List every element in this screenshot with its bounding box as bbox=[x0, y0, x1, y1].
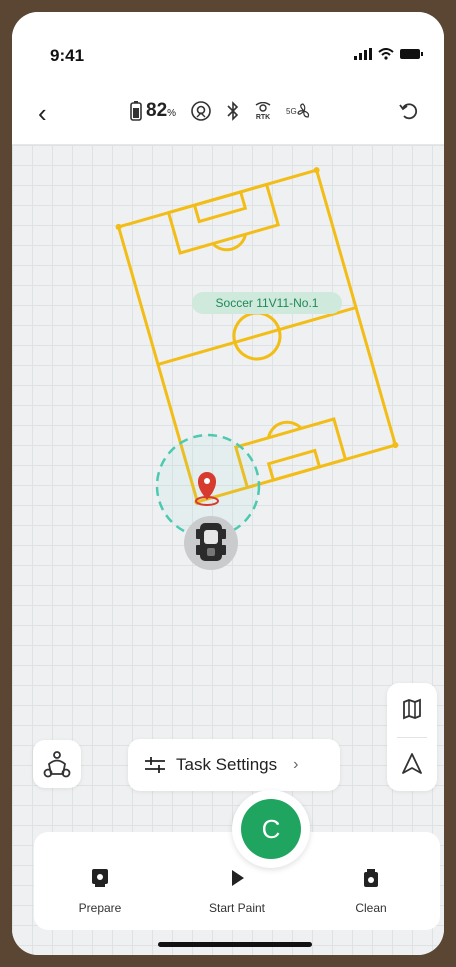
back-button[interactable]: ‹ bbox=[38, 98, 47, 128]
task-settings-button[interactable]: Task Settings › bbox=[128, 739, 340, 791]
battery-level: 82% bbox=[146, 100, 176, 122]
corner-marker bbox=[313, 167, 320, 174]
corner-marker bbox=[115, 223, 122, 230]
battery-value: 82 bbox=[146, 100, 168, 121]
cellular-signal-icon bbox=[354, 48, 372, 60]
robot-icon bbox=[196, 523, 226, 561]
navigation-arrow-icon bbox=[402, 753, 422, 774]
prepare-icon bbox=[92, 869, 108, 887]
battery-icon bbox=[130, 101, 142, 121]
halfway-line bbox=[157, 306, 357, 366]
device-battery: 82% bbox=[130, 100, 176, 122]
robot-mode-icon bbox=[43, 751, 71, 778]
soccer-field[interactable] bbox=[115, 166, 399, 505]
field-label: Soccer 11V11-No.1 bbox=[215, 296, 319, 310]
center-action-button[interactable]: C bbox=[232, 790, 310, 868]
clean-label: Clean bbox=[355, 901, 387, 915]
status-icons bbox=[354, 48, 424, 60]
rtk-icon bbox=[255, 101, 271, 112]
clean-button[interactable]: Clean bbox=[321, 868, 421, 915]
network-indicator: 5G bbox=[286, 103, 311, 119]
top-goal-box bbox=[192, 190, 248, 224]
chevron-right-icon: › bbox=[293, 756, 299, 773]
prepare-button[interactable]: Prepare bbox=[50, 868, 150, 915]
phone-screen: 9:41 ‹ 82% RTK 5G Soccer 11V11-No.1 Task… bbox=[12, 12, 444, 955]
robot-mode-button[interactable] bbox=[33, 740, 81, 788]
battery-unit: % bbox=[167, 108, 177, 119]
top-penalty-box bbox=[166, 182, 281, 255]
network-fan-icon bbox=[297, 103, 309, 118]
bottom-goal-box bbox=[266, 448, 322, 482]
status-bar: 9:41 bbox=[12, 12, 444, 84]
rtk-indicator: RTK bbox=[254, 101, 272, 121]
task-settings-label: Task Settings bbox=[176, 755, 278, 774]
corner-marker bbox=[392, 442, 399, 449]
center-action-label: C bbox=[241, 799, 301, 859]
map-toggle-button[interactable] bbox=[387, 683, 437, 737]
play-icon bbox=[232, 870, 244, 886]
bluetooth-icon bbox=[227, 101, 239, 121]
map-icon bbox=[403, 698, 421, 720]
start-paint-label: Start Paint bbox=[208, 901, 266, 915]
clean-icon bbox=[364, 869, 378, 887]
device-status-group: 82% RTK 5G bbox=[130, 100, 311, 122]
home-indicator[interactable] bbox=[158, 942, 312, 947]
rtk-label: RTK bbox=[255, 113, 271, 121]
start-paint-button[interactable]: Start Paint bbox=[187, 868, 287, 915]
sliders-icon bbox=[145, 757, 165, 773]
map-view-controls bbox=[387, 683, 437, 791]
prepare-label: Prepare bbox=[78, 901, 122, 915]
gps-signal-icon bbox=[191, 101, 211, 121]
refresh-icon[interactable] bbox=[398, 100, 420, 122]
battery-status-icon bbox=[400, 49, 423, 59]
location-pin-dot bbox=[204, 478, 210, 484]
status-time: 9:41 bbox=[50, 46, 85, 65]
network-label: 5G bbox=[286, 106, 297, 116]
top-bar: ‹ 82% RTK 5G bbox=[12, 84, 444, 145]
navigate-button[interactable] bbox=[387, 738, 437, 791]
wifi-icon bbox=[378, 48, 394, 60]
